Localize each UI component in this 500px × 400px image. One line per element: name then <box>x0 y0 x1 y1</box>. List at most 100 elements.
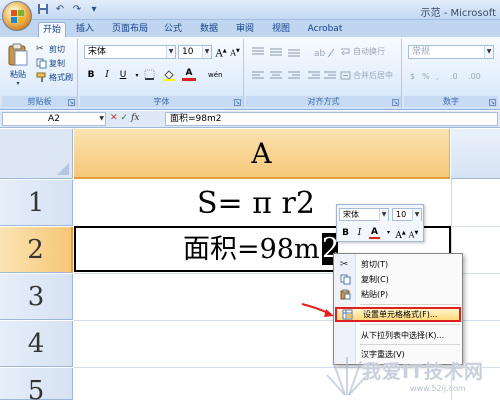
menu-item-paste[interactable]: 粘贴(P) <box>335 287 461 302</box>
horizontal-align-icons[interactable] <box>250 69 338 83</box>
menu-item-format-cells-label: 设置单元格格式(F)... <box>363 310 438 319</box>
row-header-5[interactable]: 5 <box>0 368 73 400</box>
number-format-icons[interactable]: $%, .0 .00 <box>408 69 494 83</box>
shrink-font-button[interactable]: A▼ <box>228 45 242 58</box>
tab-acrobat[interactable]: Acrobat <box>305 22 345 37</box>
quick-access-toolbar: ↶ ↷ ▾ <box>36 3 101 17</box>
cell-a1[interactable]: S= π r2 <box>197 187 315 221</box>
customize-qat-icon[interactable]: ▾ <box>87 3 101 17</box>
format-painter-button[interactable]: 格式刷 <box>36 71 73 84</box>
fill-color-button[interactable] <box>162 69 176 82</box>
cancel-icon[interactable]: ✕ <box>110 113 118 123</box>
merge-center-label: 合并后居中 <box>353 71 393 80</box>
name-box[interactable]: A2 ▼ <box>2 112 106 126</box>
paste-icon <box>340 289 351 300</box>
row-header-3[interactable]: 3 <box>0 274 73 320</box>
chevron-down-icon: ▼ <box>99 115 104 122</box>
mini-font-color-button[interactable]: A <box>369 226 380 239</box>
italic-button[interactable]: I <box>100 69 114 82</box>
mini-shrink-font-button[interactable]: A▼ <box>408 227 419 240</box>
column-header-b[interactable] <box>451 129 500 179</box>
chevron-down-icon: ▼ <box>412 209 421 221</box>
mini-grow-font-button[interactable]: A▲ <box>395 227 406 241</box>
name-box-value: A2 <box>48 114 60 124</box>
paste-icon <box>8 43 28 66</box>
menu-item-pick-from-list-label: 从下拉列表中选择(K)... <box>361 331 445 340</box>
wrap-text-button[interactable]: 自动换行 <box>340 45 385 58</box>
phonetic-button[interactable]: wén <box>208 69 222 82</box>
paste-button[interactable]: 粘贴 ▾ <box>4 43 32 91</box>
borders-icon <box>144 69 154 80</box>
bold-button[interactable]: B <box>84 69 98 82</box>
ribbon: 粘贴 ▾ ✂ 剪切 复制 格式刷 剪贴板 ↘ 宋体 ▼ 10 ▼ A▲ A▼ B… <box>0 37 500 110</box>
font-color-button[interactable]: A <box>182 67 196 81</box>
underline-button[interactable]: U <box>116 69 130 82</box>
column-header-a[interactable]: A <box>74 129 450 179</box>
tab-formulas[interactable]: 公式 <box>160 22 186 37</box>
tab-view[interactable]: 视图 <box>268 22 294 37</box>
mini-font-color-dropdown-icon[interactable]: ▾ <box>383 227 394 239</box>
menu-item-format-cells[interactable]: 设置单元格格式(F)... <box>335 307 461 322</box>
menu-separator <box>360 304 460 305</box>
alignment-launcher-icon[interactable]: ↘ <box>392 99 399 106</box>
office-button[interactable] <box>2 1 32 31</box>
font-launcher-icon[interactable]: ↘ <box>234 99 241 106</box>
alignment-group: ab 自动换行 合并后居中 对齐方式 ↘ <box>246 39 402 108</box>
copy-button[interactable]: 复制 <box>36 57 65 70</box>
number-format-select[interactable]: 常规 ▼ <box>408 45 494 59</box>
scissors-icon: ✂ <box>340 259 349 270</box>
enter-icon[interactable]: ✓ <box>121 113 129 123</box>
clipboard-launcher-icon[interactable]: ↘ <box>68 99 75 106</box>
paste-dropdown-icon: ▾ <box>16 80 20 87</box>
row-header-1[interactable]: 1 <box>0 180 73 226</box>
menu-separator <box>360 344 460 345</box>
grow-font-button[interactable]: A▲ <box>214 45 228 59</box>
mini-font-name-select[interactable]: 宋体 ▼ <box>339 208 389 221</box>
tab-insert[interactable]: 插入 <box>72 22 98 37</box>
watermark-url: www.52ij.com <box>410 384 466 393</box>
menu-item-paste-label: 粘贴(P) <box>361 290 389 299</box>
formula-bar-icons: ✕ ✓ fx <box>110 113 140 123</box>
redo-icon[interactable]: ↷ <box>70 3 84 17</box>
menu-separator <box>360 324 460 325</box>
number-format-value: 常规 <box>412 47 431 57</box>
svg-text:%: % <box>422 72 430 81</box>
tab-data[interactable]: 数据 <box>196 22 222 37</box>
cut-button[interactable]: ✂ 剪切 <box>36 43 65 56</box>
font-name-select[interactable]: 宋体 ▼ <box>84 45 176 59</box>
watermark-text: 我爱IT技术网 <box>362 361 485 383</box>
copy-icon <box>340 274 351 285</box>
tab-home[interactable]: 开始 <box>38 22 66 37</box>
insert-function-icon[interactable]: fx <box>131 113 139 123</box>
mini-bold-button[interactable]: B <box>340 227 351 239</box>
undo-icon[interactable]: ↶ <box>53 3 67 17</box>
font-name-value: 宋体 <box>88 47 107 57</box>
menu-item-copy-label: 复制(C) <box>361 275 389 284</box>
menu-item-copy[interactable]: 复制(C) <box>335 272 461 287</box>
select-all-corner[interactable] <box>0 129 73 179</box>
row-header-4[interactable]: 4 <box>0 321 73 367</box>
orientation-icon[interactable]: ab <box>312 45 336 59</box>
menu-item-pick-from-list[interactable]: 从下拉列表中选择(K)... <box>335 328 461 343</box>
mini-font-size-select[interactable]: 10 ▼ <box>392 208 422 221</box>
clipboard-group-label: 剪贴板 <box>2 96 77 107</box>
red-arrow-icon <box>301 303 334 317</box>
chevron-down-icon: ▼ <box>202 46 211 58</box>
tab-review[interactable]: 审阅 <box>232 22 258 37</box>
vertical-align-icons[interactable] <box>250 45 310 59</box>
borders-button[interactable] <box>142 69 156 82</box>
menu-item-cut[interactable]: ✂ 剪切(T) <box>335 257 461 272</box>
window-title: 示范 - Microsoft <box>420 8 496 19</box>
mini-italic-button[interactable]: I <box>354 227 365 239</box>
save-icon[interactable] <box>36 3 50 17</box>
chevron-down-icon: ▼ <box>484 46 493 58</box>
number-launcher-icon[interactable]: ↘ <box>489 99 496 106</box>
merge-center-button[interactable]: 合并后居中 <box>340 69 393 82</box>
tab-page-layout[interactable]: 页面布局 <box>108 22 152 37</box>
number-group-label: 数字 <box>404 96 498 107</box>
row-header-2[interactable]: 2 <box>0 227 73 273</box>
formula-input[interactable]: 面积=98m2 <box>165 112 498 126</box>
svg-text:$: $ <box>410 72 415 81</box>
paste-label: 粘贴 <box>10 70 26 79</box>
font-size-select[interactable]: 10 ▼ <box>178 45 212 59</box>
